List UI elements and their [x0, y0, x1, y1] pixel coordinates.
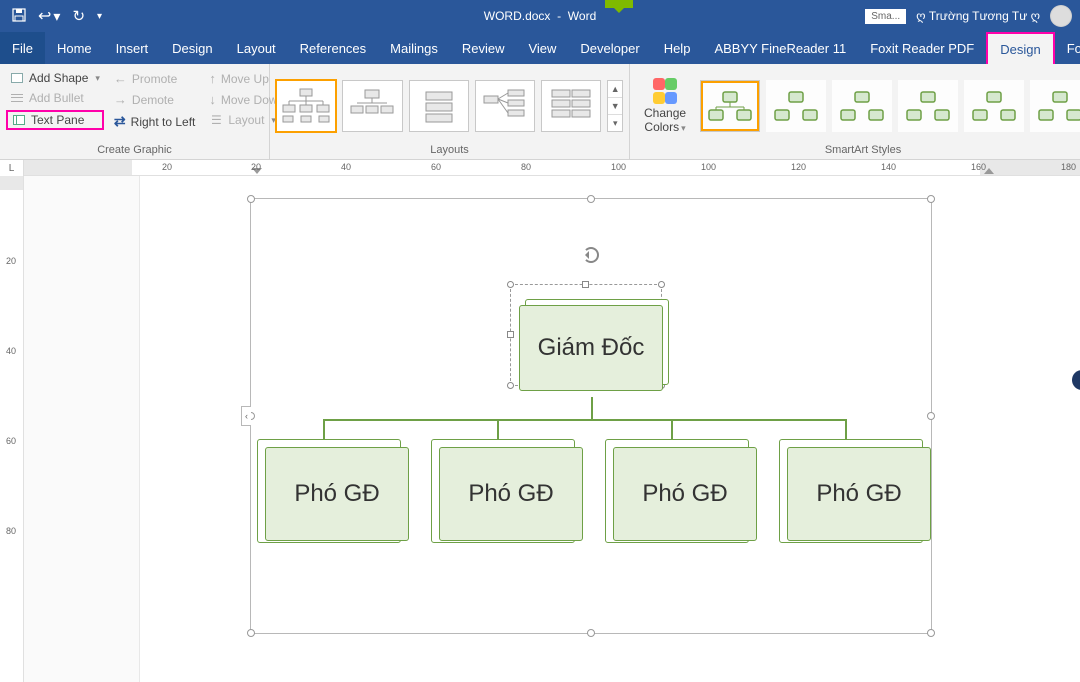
- layout-option-4[interactable]: [475, 80, 535, 132]
- user-avatar[interactable]: [1050, 5, 1072, 27]
- resize-handle[interactable]: [587, 195, 595, 203]
- tab-references[interactable]: References: [288, 32, 378, 64]
- demote-button: →Demote: [110, 91, 199, 108]
- tab-smartart-design[interactable]: Design: [986, 32, 1054, 64]
- resize-handle[interactable]: [587, 629, 595, 637]
- add-bullet-icon: [10, 91, 24, 105]
- document-canvas[interactable]: ‹ Giám Đốc Phó GĐ Phó GĐ Phó GĐ: [140, 176, 1080, 682]
- style-option-1[interactable]: [700, 80, 760, 132]
- undo-icon[interactable]: ↩▾: [38, 6, 60, 26]
- save-icon[interactable]: [12, 8, 26, 25]
- org-node-sub[interactable]: Phó GĐ: [265, 447, 409, 541]
- window-title: WORD.docx - Word: [484, 9, 596, 23]
- style-option-2[interactable]: [766, 80, 826, 132]
- resize-handle[interactable]: [927, 195, 935, 203]
- resize-handle[interactable]: [927, 412, 935, 420]
- tab-help[interactable]: Help: [652, 32, 703, 64]
- arrow-up-icon: ↑: [209, 71, 216, 86]
- ribbon: Add Shape▾ Add Bullet Text Pane ←Promote…: [0, 64, 1080, 160]
- add-shape-button[interactable]: Add Shape▾: [6, 70, 104, 86]
- group-smartart-styles: Change Colors▾ SmartArt Styles: [630, 64, 1080, 159]
- org-node-sub[interactable]: Phó GĐ: [613, 447, 757, 541]
- tab-review[interactable]: Review: [450, 32, 517, 64]
- add-shape-icon: [10, 71, 24, 85]
- connector: [591, 397, 593, 419]
- rtl-icon: ⇄: [114, 113, 126, 130]
- tab-format[interactable]: Format: [1055, 32, 1080, 64]
- org-node-top[interactable]: Giám Đốc: [519, 305, 663, 391]
- tab-abbyy[interactable]: ABBYY FineReader 11: [702, 32, 858, 64]
- gallery-up-icon[interactable]: ▲: [608, 81, 622, 98]
- search-box[interactable]: Sma...: [865, 9, 906, 24]
- ruler-row: L 2020406080100100120140160180: [0, 160, 1080, 176]
- style-option-3[interactable]: [832, 80, 892, 132]
- arrow-left-icon: ←: [114, 71, 127, 86]
- right-to-left-button[interactable]: ⇄Right to Left: [110, 112, 199, 131]
- style-option-4[interactable]: [898, 80, 958, 132]
- tab-design[interactable]: Design: [160, 32, 224, 64]
- ruler-corner[interactable]: L: [0, 160, 24, 176]
- quick-access-toolbar: ↩▾ ↻ ▾: [0, 6, 102, 26]
- document-area: 20406080 ‹: [0, 176, 1080, 682]
- gallery-down-icon[interactable]: ▼: [608, 98, 622, 115]
- add-bullet-button: Add Bullet: [6, 90, 104, 106]
- resize-handle[interactable]: [247, 195, 255, 203]
- tab-layout[interactable]: Layout: [225, 32, 288, 64]
- layout-option-2[interactable]: [342, 80, 402, 132]
- rotate-handle[interactable]: [583, 247, 599, 263]
- layouts-gallery-scroller[interactable]: ▲ ▼ ▾: [607, 80, 623, 132]
- group-create-graphic: Add Shape▾ Add Bullet Text Pane ←Promote…: [0, 64, 270, 159]
- horizontal-ruler[interactable]: 2020406080100100120140160180: [24, 160, 1080, 176]
- layout-icon: ☰: [209, 113, 223, 127]
- change-colors-button[interactable]: Change Colors▾: [636, 66, 694, 142]
- vertical-ruler[interactable]: 20406080: [0, 176, 24, 682]
- tab-mailings[interactable]: Mailings: [378, 32, 450, 64]
- arrow-down-icon: ↓: [209, 92, 216, 107]
- layout-option-5[interactable]: [541, 80, 601, 132]
- change-colors-icon: [651, 78, 679, 104]
- connector: [323, 419, 845, 421]
- org-node-sub[interactable]: Phó GĐ: [439, 447, 583, 541]
- arrow-right-icon: →: [114, 92, 127, 107]
- style-option-6[interactable]: [1030, 80, 1080, 132]
- tab-foxit[interactable]: Foxit Reader PDF: [858, 32, 986, 64]
- resize-handle[interactable]: [927, 629, 935, 637]
- group-label-layouts: Layouts: [276, 142, 623, 159]
- title-bar: ↩▾ ↻ ▾ WORD.docx - Word Sma... ღ Trường …: [0, 0, 1080, 32]
- group-label-create-graphic: Create Graphic: [6, 142, 263, 159]
- layout-option-3[interactable]: [409, 80, 469, 132]
- redo-icon[interactable]: ↻: [72, 7, 85, 25]
- text-pane-button[interactable]: Text Pane: [6, 110, 104, 130]
- ribbon-display-button[interactable]: [605, 0, 633, 8]
- gallery-more-icon[interactable]: ▾: [608, 115, 622, 131]
- smartart-frame[interactable]: ‹ Giám Đốc Phó GĐ Phó GĐ Phó GĐ: [250, 198, 932, 634]
- layout-option-1[interactable]: [276, 80, 336, 132]
- promote-button: ←Promote: [110, 70, 199, 87]
- group-layouts: ▲ ▼ ▾ Layouts: [270, 64, 630, 159]
- resize-handle[interactable]: [247, 629, 255, 637]
- text-pane-icon: [12, 113, 26, 127]
- style-option-5[interactable]: [964, 80, 1024, 132]
- tab-insert[interactable]: Insert: [104, 32, 161, 64]
- org-node-sub[interactable]: Phó GĐ: [787, 447, 931, 541]
- text-pane-tab[interactable]: ‹: [241, 406, 251, 426]
- group-label-smartart-styles: SmartArt Styles: [636, 142, 1080, 159]
- user-name[interactable]: ღ Trường Tương Tư ღ: [916, 9, 1040, 23]
- navigation-pane[interactable]: [24, 176, 140, 682]
- qat-more-icon[interactable]: ▾: [97, 11, 102, 22]
- tab-home[interactable]: Home: [45, 32, 104, 64]
- ribbon-tabs: File Home Insert Design Layout Reference…: [0, 32, 1080, 64]
- tab-view[interactable]: View: [516, 32, 568, 64]
- tab-file[interactable]: File: [0, 32, 45, 64]
- tab-developer[interactable]: Developer: [568, 32, 651, 64]
